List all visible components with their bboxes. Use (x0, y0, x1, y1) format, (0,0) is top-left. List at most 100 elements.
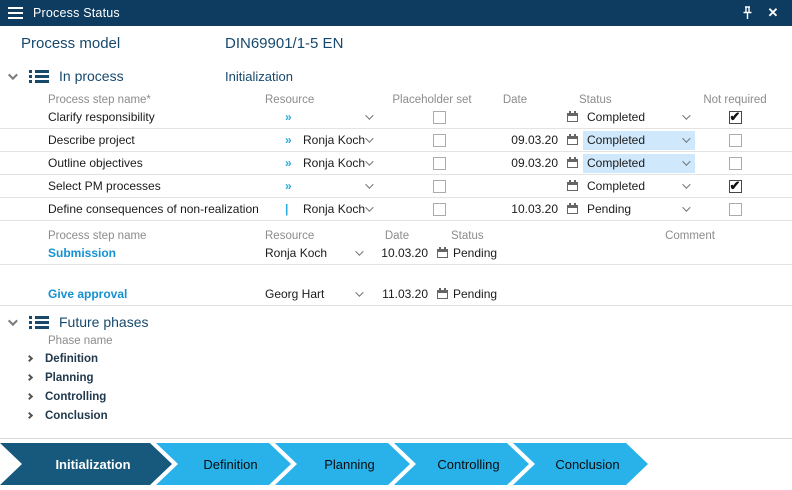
not-required-checkbox[interactable] (729, 134, 742, 147)
date-value[interactable]: 09.03.20 (493, 156, 565, 170)
phase-row-conclusion[interactable]: Conclusion (0, 406, 792, 425)
resource-marker[interactable]: » (285, 110, 303, 124)
process-status-window: Process Status ✕ Process model DIN69901/… (0, 0, 792, 490)
phase-label: Definition (45, 353, 98, 365)
placeholder-checkbox[interactable] (433, 111, 446, 124)
resource-select[interactable]: Ronja Koch (303, 156, 365, 170)
collapse-button[interactable] (0, 73, 22, 80)
date-value[interactable]: 10.03.20 (373, 246, 435, 260)
placeholder-checkbox[interactable] (433, 157, 446, 170)
process-model-value: DIN69901/1-5 EN (225, 35, 343, 52)
status-label: Completed (587, 110, 645, 124)
status-select[interactable]: Completed (583, 177, 695, 196)
placeholder-checkbox[interactable] (433, 134, 446, 147)
status-label: Pending (453, 246, 497, 260)
column-header-step-name: Process step name (40, 230, 265, 242)
steps-table-header: Process step name* Resource Placeholder … (0, 89, 792, 106)
flow-arrow-initialization[interactable]: Initialization (0, 443, 172, 485)
flow-arrow-definition[interactable]: Definition (156, 443, 291, 485)
not-required-checkbox[interactable] (729, 157, 742, 170)
section-future-phases-header: Future phases (0, 311, 792, 333)
not-required-checkbox[interactable] (729, 180, 742, 193)
approvals-table-header: Process step name Resource Date Status C… (0, 226, 792, 242)
dropdown-icon[interactable] (355, 247, 363, 255)
column-header-resource: Resource (265, 230, 355, 242)
phase-label: Controlling (45, 391, 106, 403)
chevron-right-icon[interactable] (26, 374, 33, 381)
phase-row-planning[interactable]: Planning (0, 368, 792, 387)
chevron-right-icon[interactable] (26, 412, 33, 419)
process-model-row: Process model DIN69901/1-5 EN (21, 35, 792, 52)
close-icon: ✕ (768, 5, 779, 21)
column-header-status: Status (565, 94, 700, 106)
step-name: Outline objectives (40, 156, 285, 170)
step-row: Select PM processes » Completed (0, 175, 792, 198)
column-header-date: Date (479, 94, 551, 106)
section-phase-label: Initialization (225, 69, 293, 84)
status-label: Pending (453, 287, 497, 301)
phase-flow: Initialization Definition Planning Contr… (0, 443, 792, 485)
date-value[interactable]: 10.03.20 (493, 202, 565, 216)
flow-arrow-conclusion[interactable]: Conclusion (513, 443, 648, 485)
dropdown-icon[interactable] (365, 111, 373, 119)
status-select[interactable]: Completed (583, 108, 695, 127)
calendar-icon (567, 113, 578, 122)
phase-row-controlling[interactable]: Controlling (0, 387, 792, 406)
status-label: Pending (587, 202, 631, 216)
calendar-icon (567, 136, 578, 145)
resource-marker[interactable]: » (285, 133, 303, 147)
dropdown-icon[interactable] (365, 180, 373, 188)
column-header-phase-name: Phase name (48, 335, 792, 349)
resource-marker[interactable]: » (285, 156, 303, 170)
not-required-checkbox[interactable] (729, 111, 742, 124)
column-header-status: Status (435, 230, 560, 242)
flow-arrow-controlling[interactable]: Controlling (394, 443, 529, 485)
dropdown-icon[interactable] (365, 203, 373, 211)
collapse-button[interactable] (0, 319, 22, 326)
resource-select[interactable]: Georg Hart (265, 287, 355, 301)
chevron-right-icon[interactable] (26, 355, 33, 362)
date-value[interactable]: 09.03.20 (493, 133, 565, 147)
row-gap (0, 265, 792, 283)
approval-step-link[interactable]: Submission (40, 246, 265, 260)
calendar-icon (567, 159, 578, 168)
dropdown-icon[interactable] (365, 157, 373, 165)
chevron-right-icon[interactable] (26, 393, 33, 400)
column-header-step-name: Process step name* (40, 94, 285, 106)
placeholder-checkbox[interactable] (433, 180, 446, 193)
not-required-checkbox[interactable] (729, 203, 742, 216)
approval-row: Give approval Georg Hart 11.03.20 Pendin… (0, 283, 792, 306)
pin-icon (741, 6, 754, 20)
window-title: Process Status (33, 6, 120, 20)
step-row: Define consequences of non-realization |… (0, 198, 792, 221)
step-row: Clarify responsibility » Completed (0, 106, 792, 129)
resource-marker[interactable]: | (285, 202, 303, 216)
step-row: Describe project » Ronja Koch 09.03.20 C… (0, 129, 792, 152)
dropdown-icon[interactable] (365, 134, 373, 142)
flow-arrow-planning[interactable]: Planning (275, 443, 410, 485)
menu-icon[interactable] (8, 7, 23, 19)
status-select[interactable]: Completed (583, 131, 695, 150)
status-label: Completed (587, 156, 645, 170)
resource-select[interactable]: Ronja Koch (303, 202, 365, 216)
status-select[interactable]: Completed (583, 154, 695, 173)
pin-button[interactable] (738, 4, 756, 22)
dropdown-icon[interactable] (355, 288, 363, 296)
close-button[interactable]: ✕ (764, 4, 782, 22)
resource-marker[interactable]: » (285, 179, 303, 193)
placeholder-checkbox[interactable] (433, 203, 446, 216)
calendar-icon (567, 205, 578, 214)
section-title: Future phases (59, 314, 149, 330)
status-label: Completed (587, 179, 645, 193)
column-header-date: Date (366, 230, 428, 242)
approval-step-link[interactable]: Give approval (40, 287, 265, 301)
calendar-icon (437, 249, 448, 258)
status-select[interactable]: Pending (583, 200, 695, 219)
process-model-label: Process model (21, 35, 225, 52)
resource-select[interactable]: Ronja Koch (303, 133, 365, 147)
divider (0, 438, 792, 439)
resource-select[interactable]: Ronja Koch (265, 246, 355, 260)
list-icon (29, 70, 49, 83)
phase-row-definition[interactable]: Definition (0, 349, 792, 368)
date-value[interactable]: 11.03.20 (373, 287, 435, 301)
